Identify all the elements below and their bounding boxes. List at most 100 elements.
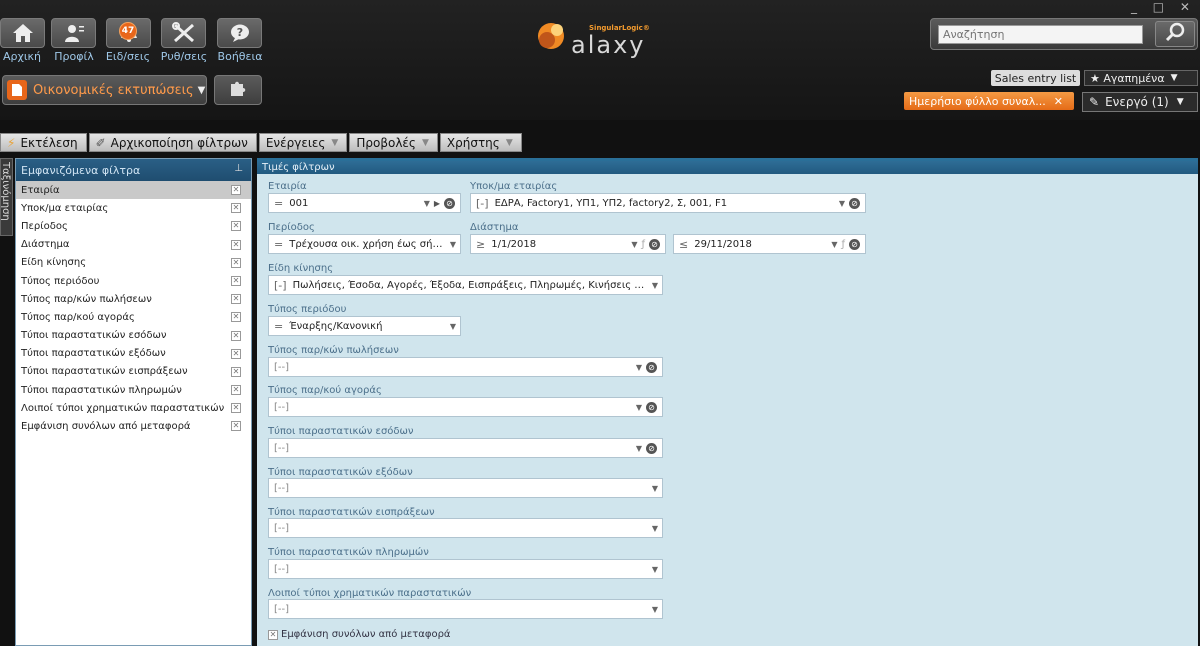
- sort-side-tab[interactable]: Ταξινόμηση: [0, 158, 13, 236]
- remove-filter-icon[interactable]: ✕: [231, 385, 241, 396]
- lightning-icon: ⚡: [7, 135, 16, 150]
- actions-label: Ενέργειες: [265, 135, 326, 150]
- filter-list-item[interactable]: Υποκ/μα εταιρίας ✕: [16, 199, 251, 217]
- other-docs-field[interactable]: [--] ▼: [268, 599, 663, 619]
- branch-field[interactable]: [-] ΕΔΡΑ, Factory1, ΥΠ1, ΥΠ2, factory2, …: [470, 193, 866, 213]
- payments-field[interactable]: [--] ▼: [268, 559, 663, 579]
- clear-icon[interactable]: ⊘: [646, 401, 657, 413]
- remove-filter-icon[interactable]: ✕: [231, 239, 241, 250]
- active-windows-menu[interactable]: ✎ Ενεργό (1) ▼: [1082, 92, 1198, 112]
- purchase-doc-label: Τύπος παρ/κού αγοράς: [268, 385, 382, 396]
- function-icon[interactable]: ƒ: [841, 239, 845, 250]
- payments-value: [--]: [274, 563, 290, 575]
- favorites-menu[interactable]: ★ Αγαπημένα ▼: [1084, 70, 1198, 86]
- user-label: Χρήστης: [446, 135, 500, 150]
- run-button[interactable]: ⚡ Εκτέλεση: [0, 133, 87, 152]
- remove-filter-icon[interactable]: ✕: [231, 330, 241, 341]
- list-icon: [-]: [476, 196, 489, 210]
- branch-value: ΕΔΡΑ, Factory1, ΥΠ1, ΥΠ2, factory2, Σ, 0…: [494, 197, 728, 209]
- filter-list-item[interactable]: Εταιρία ✕: [16, 181, 251, 200]
- filter-list-item[interactable]: Τύπος παρ/κών πωλήσεων ✕: [16, 290, 251, 308]
- sort-side-tab-label: Ταξινόμηση: [0, 162, 11, 221]
- remove-filter-icon[interactable]: ✕: [231, 257, 241, 268]
- tab-daily-label: Ημερήσιο φύλλο συναλ...: [909, 94, 1046, 108]
- clear-icon[interactable]: ⊘: [444, 197, 455, 209]
- filter-list-item[interactable]: Τύποι παραστατικών πληρωμών ✕: [16, 381, 251, 399]
- receipts-label: Τύποι παραστατικών εισπράξεων: [268, 507, 435, 518]
- toolbar: ⚡ Εκτέλεση ✐ Αρχικοποίηση φίλτρων Ενέργε…: [0, 133, 524, 153]
- filter-list-item[interactable]: Εμφάνιση συνόλων από μεταφορά ✕: [16, 417, 251, 435]
- clear-icon[interactable]: ⊘: [849, 238, 860, 250]
- user-menu[interactable]: Χρήστης ▼: [439, 133, 522, 152]
- filter-list-item[interactable]: Λοιποί τύποι χρηματικών παραστατικών ✕: [16, 399, 251, 417]
- filter-list-item[interactable]: Τύπος περιόδου ✕: [16, 272, 251, 290]
- chevron-down-icon: ▼: [651, 564, 658, 574]
- views-menu[interactable]: Προβολές ▼: [349, 133, 438, 152]
- sales-doc-label: Τύπος παρ/κών πωλήσεων: [268, 345, 399, 356]
- purchase-doc-field[interactable]: [--] ▼ ⊘: [268, 397, 663, 417]
- clear-icon[interactable]: ⊘: [646, 442, 657, 454]
- receipts-value: [--]: [274, 522, 290, 534]
- company-field[interactable]: = 001 ▼ ▶ ⊘: [268, 193, 461, 213]
- tab-daily-transactions[interactable]: Ημερήσιο φύλλο συναλ... ✕: [904, 92, 1074, 110]
- show-totals-checkbox[interactable]: ✕ Εμφάνιση συνόλων από μεταφορά: [268, 629, 451, 640]
- remove-filter-icon[interactable]: ✕: [231, 403, 241, 414]
- window-controls[interactable]: _ □ ✕: [1131, 0, 1196, 14]
- home-button[interactable]: [0, 18, 45, 48]
- filter-list-item-label: Τύπος περιόδου: [21, 275, 100, 287]
- search-button[interactable]: [1155, 21, 1195, 47]
- visible-filters-header: Εμφανιζόμενα φίλτρα ⊥: [16, 159, 251, 181]
- filter-list-item[interactable]: Τύποι παραστατικών εσόδων ✕: [16, 327, 251, 345]
- filter-list-item[interactable]: Τύποι παραστατικών εισπράξεων ✕: [16, 363, 251, 381]
- actions-menu[interactable]: Ενέργειες ▼: [258, 133, 348, 152]
- income-field[interactable]: [--] ▼ ⊘: [268, 438, 663, 458]
- chevron-down-icon: ▼: [831, 239, 838, 249]
- puzzle-icon: [228, 79, 248, 101]
- module-selector[interactable]: Οικονομικές εκτυπώσεις ▼: [2, 75, 207, 105]
- profile-icon: [63, 23, 85, 43]
- checkbox-icon[interactable]: ✕: [268, 629, 278, 640]
- tab-sales-entry-list[interactable]: Sales entry list: [991, 70, 1080, 86]
- profile-label: Προφίλ: [54, 50, 94, 63]
- clear-icon[interactable]: ⊘: [849, 197, 860, 209]
- filter-list-item[interactable]: Είδη κίνησης ✕: [16, 254, 251, 272]
- purchase-doc-value: [--]: [274, 401, 290, 413]
- remove-filter-icon[interactable]: ✕: [231, 348, 241, 359]
- other-docs-label: Λοιποί τύποι χρηματικών παραστατικών: [268, 588, 472, 599]
- settings-button[interactable]: [161, 18, 206, 48]
- period-type-field[interactable]: = Έναρξης/Κανονική ▼: [268, 316, 461, 336]
- filter-list-item[interactable]: Διάστημα ✕: [16, 236, 251, 254]
- function-icon[interactable]: ƒ: [641, 239, 645, 250]
- clear-icon[interactable]: ⊘: [646, 361, 657, 373]
- remove-filter-icon[interactable]: ✕: [231, 366, 241, 377]
- remove-filter-icon[interactable]: ✕: [231, 185, 241, 195]
- expense-field[interactable]: [--] ▼: [268, 478, 663, 498]
- clear-icon[interactable]: ⊘: [649, 238, 660, 250]
- company-label: Εταιρία: [268, 181, 307, 192]
- close-icon[interactable]: ✕: [1054, 95, 1063, 108]
- search-input[interactable]: [938, 25, 1143, 44]
- chevron-down-icon: ▼: [635, 362, 642, 372]
- remove-filter-icon[interactable]: ✕: [231, 421, 241, 432]
- period-field[interactable]: = Τρέχουσα οικ. χρήση έως σήμ... ▼: [268, 234, 461, 254]
- filter-list-item[interactable]: Τύποι παραστατικών εξόδων ✕: [16, 345, 251, 363]
- receipts-field[interactable]: [--] ▼: [268, 518, 663, 538]
- movement-field[interactable]: [-] Πωλήσεις, Έσοδα, Αγορές, Έξοδα, Εισπ…: [268, 275, 663, 295]
- help-button[interactable]: ?: [217, 18, 262, 48]
- profile-button[interactable]: [51, 18, 96, 48]
- date-from-field[interactable]: ≥ 1/1/2018 ▼ ƒ ⊘: [470, 234, 666, 254]
- remove-filter-icon[interactable]: ✕: [231, 275, 241, 286]
- remove-filter-icon[interactable]: ✕: [231, 221, 241, 232]
- reset-filters-button[interactable]: ✐ Αρχικοποίηση φίλτρων: [88, 133, 257, 152]
- plugins-button[interactable]: [214, 75, 262, 105]
- sales-doc-field[interactable]: [--] ▼ ⊘: [268, 357, 663, 377]
- filter-list-item[interactable]: Περίοδος ✕: [16, 217, 251, 235]
- equals-icon: =: [274, 237, 284, 251]
- pin-icon[interactable]: ⊥: [234, 163, 243, 174]
- date-to-field[interactable]: ≤ 29/11/2018 ▼ ƒ ⊘: [673, 234, 866, 254]
- filter-list-item[interactable]: Τύπος παρ/κού αγοράς ✕: [16, 308, 251, 326]
- filter-list-item-label: Περίοδος: [21, 220, 68, 232]
- remove-filter-icon[interactable]: ✕: [231, 203, 241, 214]
- remove-filter-icon[interactable]: ✕: [231, 312, 241, 323]
- remove-filter-icon[interactable]: ✕: [231, 294, 241, 305]
